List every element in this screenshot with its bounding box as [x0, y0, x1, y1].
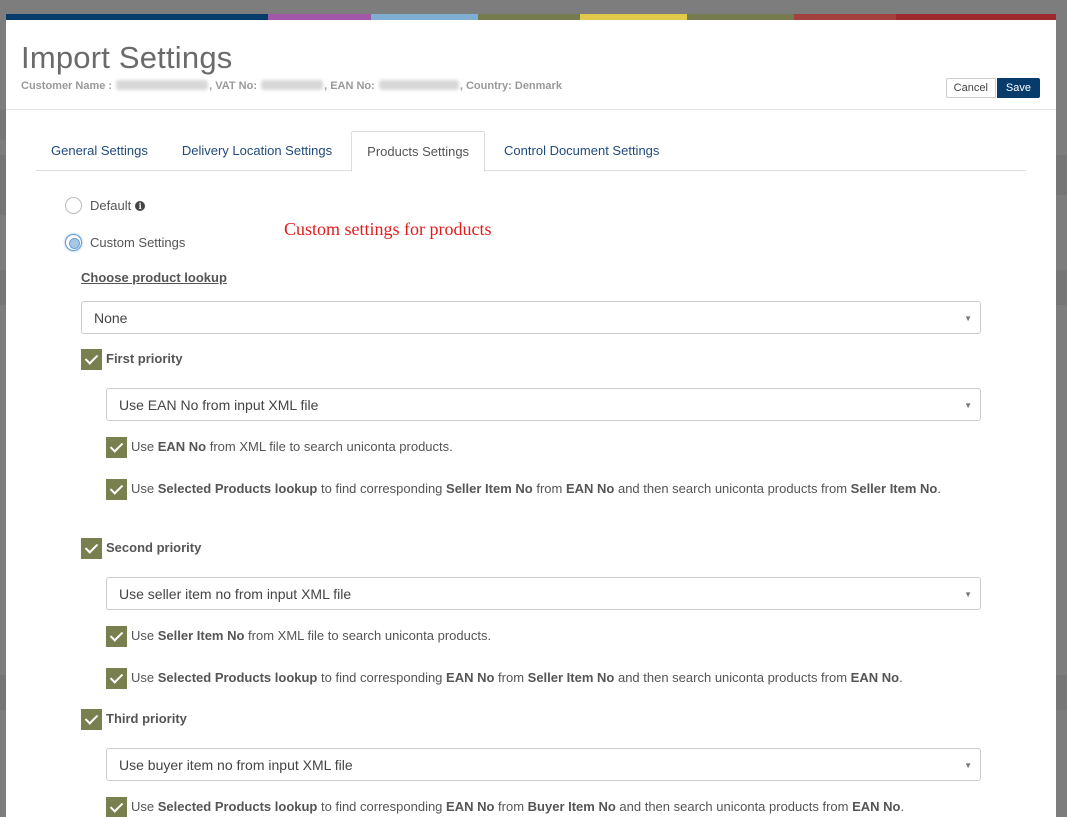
second-priority-row[interactable]: Second priority [81, 538, 201, 559]
first-option-lookup-text: Use Selected Products lookup to find cor… [131, 481, 941, 496]
first-priority-select-value: Use EAN No from input XML file [119, 397, 319, 413]
second-option-lookup[interactable]: Use Selected Products lookup to find cor… [106, 668, 976, 689]
first-option-ean[interactable]: Use EAN No from XML file to search unico… [106, 437, 976, 458]
country-label: , Country: Denmark [459, 80, 562, 92]
vat-label: , VAT No: [209, 80, 258, 92]
first-priority-checkbox[interactable] [81, 349, 102, 370]
redacted-vat [261, 80, 324, 90]
first-priority-label: First priority [106, 351, 183, 366]
third-priority-select-value: Use buyer item no from input XML file [119, 757, 353, 773]
product-lookup-value: None [94, 310, 128, 326]
save-button[interactable]: Save [996, 78, 1040, 98]
cancel-button[interactable]: Cancel [945, 78, 996, 98]
second-priority-select-value: Use seller item no from input XML file [119, 586, 352, 602]
third-option-lookup-text: Use Selected Products lookup to find cor… [131, 799, 905, 814]
custom-radio-row[interactable]: Custom Settings [65, 234, 185, 251]
customer-name-label: Customer Name : [21, 80, 113, 92]
caret-down-icon: ▼ [964, 401, 972, 410]
modal-header: Import Settings Customer Name : , VAT No… [6, 20, 1056, 110]
caret-down-icon: ▼ [964, 761, 972, 770]
first-priority-select[interactable]: Use EAN No from input XML file ▼ [106, 388, 981, 421]
second-priority-label: Second priority [106, 540, 202, 555]
second-priority-select[interactable]: Use seller item no from input XML file ▼ [106, 577, 981, 610]
third-option-lookup[interactable]: Use Selected Products lookup to find cor… [106, 797, 976, 817]
tab-delivery-location-settings[interactable]: Delivery Location Settings [167, 131, 347, 171]
header-buttons: Cancel Save [945, 78, 1040, 98]
first-option-ean-checkbox[interactable] [106, 437, 127, 458]
default-radio-row[interactable]: Default i [65, 197, 146, 214]
third-priority-select[interactable]: Use buyer item no from input XML file ▼ [106, 748, 981, 781]
redacted-ean [378, 80, 459, 90]
caret-down-icon: ▼ [964, 314, 972, 323]
third-priority-row[interactable]: Third priority [81, 709, 187, 730]
product-lookup-select[interactable]: None ▼ [81, 301, 981, 334]
settings-tabs: General Settings Delivery Location Setti… [36, 131, 1026, 172]
ean-label: , EAN No: [324, 80, 375, 92]
third-priority-label: Third priority [106, 711, 187, 726]
import-settings-modal: Import Settings Customer Name : , VAT No… [6, 14, 1056, 817]
custom-settings-radio[interactable] [65, 234, 82, 251]
tab-control-document-settings[interactable]: Control Document Settings [489, 131, 674, 171]
second-option-seller[interactable]: Use Seller Item No from XML file to sear… [106, 626, 976, 647]
default-radio[interactable] [65, 197, 82, 214]
third-priority-checkbox[interactable] [81, 709, 102, 730]
second-priority-checkbox[interactable] [81, 538, 102, 559]
second-option-seller-checkbox[interactable] [106, 626, 127, 647]
redacted-customer-name [116, 80, 209, 90]
first-priority-row[interactable]: First priority [81, 349, 183, 370]
first-option-lookup-checkbox[interactable] [106, 479, 127, 500]
third-option-lookup-checkbox[interactable] [106, 797, 127, 817]
tab-products-settings[interactable]: Products Settings [351, 131, 486, 172]
annotation-text: Custom settings for products [284, 219, 492, 239]
page-title: Import Settings [21, 40, 233, 75]
second-option-seller-text: Use Seller Item No from XML file to sear… [131, 628, 492, 643]
customer-info: Customer Name : , VAT No: , EAN No: , Co… [21, 80, 562, 92]
caret-down-icon: ▼ [964, 590, 972, 599]
first-option-ean-text: Use EAN No from XML file to search unico… [131, 439, 453, 454]
tab-general-settings[interactable]: General Settings [36, 131, 163, 171]
info-icon[interactable]: i [135, 200, 146, 211]
second-option-lookup-checkbox[interactable] [106, 668, 127, 689]
product-lookup-label: Choose product lookup [81, 270, 227, 285]
first-option-lookup[interactable]: Use Selected Products lookup to find cor… [106, 479, 976, 500]
custom-settings-label: Custom Settings [90, 235, 186, 250]
default-label: Default [90, 198, 132, 213]
second-option-lookup-text: Use Selected Products lookup to find cor… [131, 670, 903, 685]
